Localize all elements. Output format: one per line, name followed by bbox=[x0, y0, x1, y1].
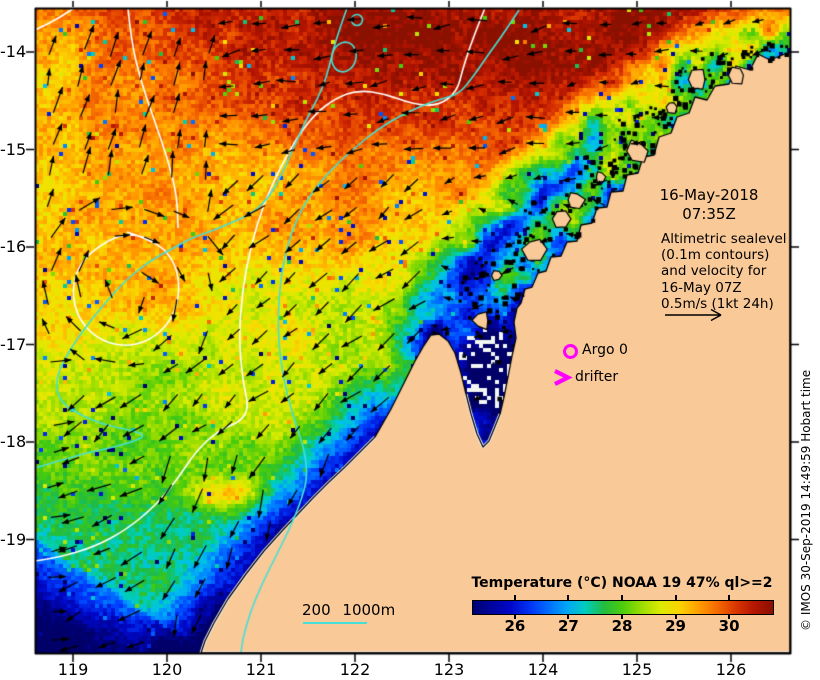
y-tick-label: -15 bbox=[0, 139, 27, 159]
argo-float-marker bbox=[563, 344, 578, 359]
colorbar-tick bbox=[621, 595, 623, 600]
annotation-line: Altimetric sealevel bbox=[661, 231, 787, 247]
colorbar-gradient bbox=[472, 600, 774, 615]
date-label: 16-May-2018 bbox=[659, 186, 759, 204]
drifter-marker bbox=[554, 369, 573, 386]
colorbar-tick bbox=[513, 595, 516, 600]
x-tick-label: 120 bbox=[151, 660, 183, 679]
y-tick-label: -14 bbox=[0, 42, 27, 61]
colorbar-tick-label: 26 bbox=[504, 617, 526, 635]
y-tick-label: -17 bbox=[0, 334, 27, 354]
x-tick-label: 123 bbox=[433, 660, 465, 679]
colorbar-tick bbox=[728, 595, 731, 600]
x-tick-label: 122 bbox=[339, 660, 371, 679]
annotation-line: and velocity for bbox=[661, 263, 767, 280]
colorbar-tick-label: 28 bbox=[611, 617, 633, 635]
sst-map-figure: -14 -15 -16 -17 -18 -19 119 120 121 122 123 124 125… bbox=[0, 0, 820, 680]
annotation-line: (0.1m contours) bbox=[661, 247, 770, 264]
altimetry-annotation: Altimetric sealevel (0.1m contours) and ve… bbox=[661, 231, 787, 312]
colorbar-tick-label: 29 bbox=[665, 617, 686, 635]
drifter-label: drifter bbox=[575, 369, 619, 385]
y-tick-label: -16 bbox=[0, 237, 27, 256]
time-label: 07:35Z bbox=[682, 205, 736, 223]
x-tick-label: 126 bbox=[715, 660, 747, 679]
colorbar-tick bbox=[567, 595, 570, 600]
y-tick-label: -18 bbox=[0, 432, 27, 451]
velocity-scale-arrow bbox=[665, 308, 722, 322]
copyright-text: © IMOS 30-Sep-2019 14:49:59 Hobart time bbox=[799, 369, 813, 631]
bathymetry-legend-label: 200 1000m bbox=[302, 601, 396, 619]
x-tick-label: 119 bbox=[57, 660, 89, 679]
x-tick-label: 125 bbox=[621, 660, 653, 679]
x-tick-label: 124 bbox=[527, 660, 559, 679]
colorbar-tick-label: 30 bbox=[718, 617, 740, 635]
annotation-line: 16-May 07Z bbox=[661, 279, 742, 296]
colorbar-tick bbox=[674, 595, 677, 600]
x-tick-label: 121 bbox=[245, 660, 277, 679]
argo-label: Argo 0 bbox=[582, 342, 628, 358]
colorbar-title: Temperature (°C) NOAA 19 47% ql>=2 bbox=[471, 575, 773, 591]
y-tick-label: -19 bbox=[0, 529, 27, 549]
bathymetry-legend-line bbox=[303, 622, 367, 624]
colorbar-tick-label: 27 bbox=[558, 617, 579, 635]
